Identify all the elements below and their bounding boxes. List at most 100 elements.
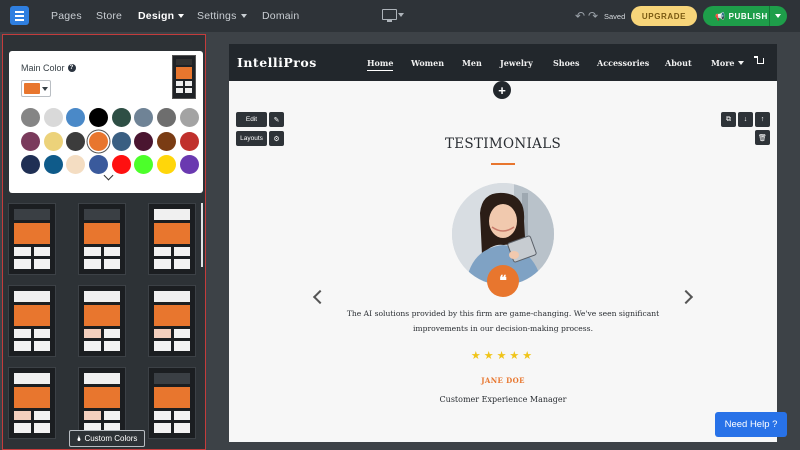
nav-settings-label: Settings [197, 10, 237, 22]
nav-store[interactable]: Store [96, 10, 122, 22]
site-nav-jewelry-label: Jewelry [500, 58, 533, 68]
desktop-device-icon[interactable] [382, 9, 397, 22]
chevron-down-icon [737, 61, 744, 65]
site-nav-accessories[interactable]: Accessories [597, 58, 649, 68]
site-header: IntelliPros Home Women Men Jewelry Shoes… [229, 44, 777, 81]
chevron-down-icon [178, 14, 185, 18]
site-nav-shoes-label: Shoes [553, 58, 580, 68]
rating-stars: ★★★★★ [470, 350, 536, 362]
color-swatch[interactable] [43, 131, 63, 151]
site-nav-home[interactable]: Home [367, 58, 394, 71]
site-nav-more[interactable]: More [711, 58, 744, 68]
color-layout-option[interactable] [8, 203, 56, 275]
color-swatch[interactable] [66, 155, 86, 174]
color-swatch[interactable] [66, 131, 86, 151]
color-swatch[interactable] [111, 155, 131, 174]
move-down-icon[interactable]: ↓ [738, 112, 753, 127]
current-layout-preview [172, 55, 196, 99]
color-swatch[interactable] [89, 108, 109, 127]
publish-button[interactable]: 📢 PUBLISH [703, 6, 787, 26]
pencil-icon[interactable]: ✎ [269, 112, 284, 127]
color-swatch[interactable] [21, 155, 40, 174]
site-nav-women-label: Women [411, 58, 445, 68]
color-swatch[interactable] [157, 155, 177, 174]
color-layout-option[interactable] [148, 285, 196, 357]
color-layout-option[interactable] [8, 367, 56, 439]
color-swatch[interactable] [43, 108, 63, 127]
color-swatch[interactable] [134, 131, 154, 151]
color-layout-option[interactable] [148, 367, 196, 439]
quote-icon: ❝ [487, 265, 519, 297]
main-color-select[interactable] [21, 80, 51, 97]
section-title: TESTIMONIALS [444, 136, 562, 152]
top-bar: Pages Store Design Settings Domain ↶ ↷ S… [0, 0, 800, 32]
custom-colors-label: Custom Colors [84, 434, 138, 443]
chevron-down-icon [42, 86, 48, 91]
color-swatch[interactable] [179, 155, 199, 174]
move-up-icon[interactable]: ↑ [755, 112, 770, 127]
color-layout-option[interactable] [78, 203, 126, 275]
site-nav-men-label: Men [462, 58, 482, 68]
testimonial-name: JANE DOE [481, 376, 525, 385]
color-swatch[interactable] [111, 131, 131, 151]
site-logo[interactable]: IntelliPros [237, 55, 317, 70]
color-swatch[interactable] [179, 131, 199, 151]
undo-icon[interactable]: ↶ [575, 9, 585, 23]
color-swatch[interactable] [21, 108, 40, 127]
site-nav-about[interactable]: About [665, 58, 692, 68]
need-help-button[interactable]: Need Help ? [715, 412, 787, 437]
site-nav-more-label: More [711, 58, 735, 68]
publish-chevron-down-icon[interactable] [775, 14, 781, 18]
hamburger-menu-icon[interactable] [10, 6, 29, 25]
color-swatch[interactable] [111, 108, 131, 127]
nav-settings[interactable]: Settings [197, 10, 247, 22]
help-icon[interactable]: ? [67, 64, 76, 72]
publish-divider [769, 6, 770, 26]
color-swatch[interactable] [134, 155, 154, 174]
site-preview-canvas: IntelliPros Home Women Men Jewelry Shoes… [229, 44, 777, 442]
nav-domain-label: Domain [262, 10, 300, 22]
nav-design[interactable]: Design [138, 10, 185, 22]
color-swatch[interactable] [21, 131, 40, 151]
upgrade-button[interactable]: UPGRADE [631, 6, 697, 26]
color-layout-option[interactable] [78, 367, 126, 439]
color-swatch-grid [21, 108, 199, 174]
color-swatch[interactable] [89, 131, 109, 151]
color-swatch[interactable] [157, 108, 177, 127]
upgrade-label: UPGRADE [641, 11, 687, 21]
add-section-button[interactable]: + [493, 81, 511, 99]
copy-icon[interactable]: ⧉ [721, 112, 736, 127]
edit-section-button[interactable]: Edit [236, 112, 267, 127]
custom-colors-button[interactable]: 🌢 Custom Colors [69, 430, 145, 447]
site-nav-women[interactable]: Women [411, 58, 444, 68]
nav-store-label: Store [96, 10, 123, 22]
site-nav-jewelry[interactable]: Jewelry [500, 58, 533, 68]
saved-status: Saved [604, 12, 626, 21]
cart-icon[interactable] [754, 56, 764, 64]
color-swatch[interactable] [157, 131, 177, 151]
site-nav-men[interactable]: Men [462, 58, 482, 68]
color-swatch[interactable] [89, 155, 109, 174]
color-layout-option[interactable] [148, 203, 196, 275]
nav-domain[interactable]: Domain [262, 10, 299, 22]
droplet-icon: 🌢 [76, 433, 82, 443]
main-color-label-text: Main Color [21, 63, 65, 73]
main-color-label: Main Color ? [21, 63, 76, 73]
device-chevron-down-icon[interactable] [398, 13, 404, 17]
site-nav-shoes[interactable]: Shoes [553, 58, 580, 68]
next-arrow-icon[interactable] [678, 289, 694, 305]
need-help-label: Need Help ? [724, 419, 778, 430]
main-color-card: Main Color ? [9, 51, 203, 193]
color-swatch[interactable] [134, 108, 154, 127]
panel-scrollbar[interactable] [201, 203, 203, 267]
chevron-down-icon [240, 14, 247, 18]
color-swatch[interactable] [66, 108, 86, 127]
color-layout-option[interactable] [78, 285, 126, 357]
nav-pages[interactable]: Pages [51, 10, 82, 22]
redo-icon[interactable]: ↷ [588, 9, 598, 23]
title-underline [491, 163, 515, 165]
previous-arrow-icon[interactable] [312, 289, 328, 305]
color-layout-option[interactable] [8, 285, 56, 357]
color-swatch[interactable] [179, 108, 199, 127]
color-swatch[interactable] [43, 155, 63, 174]
